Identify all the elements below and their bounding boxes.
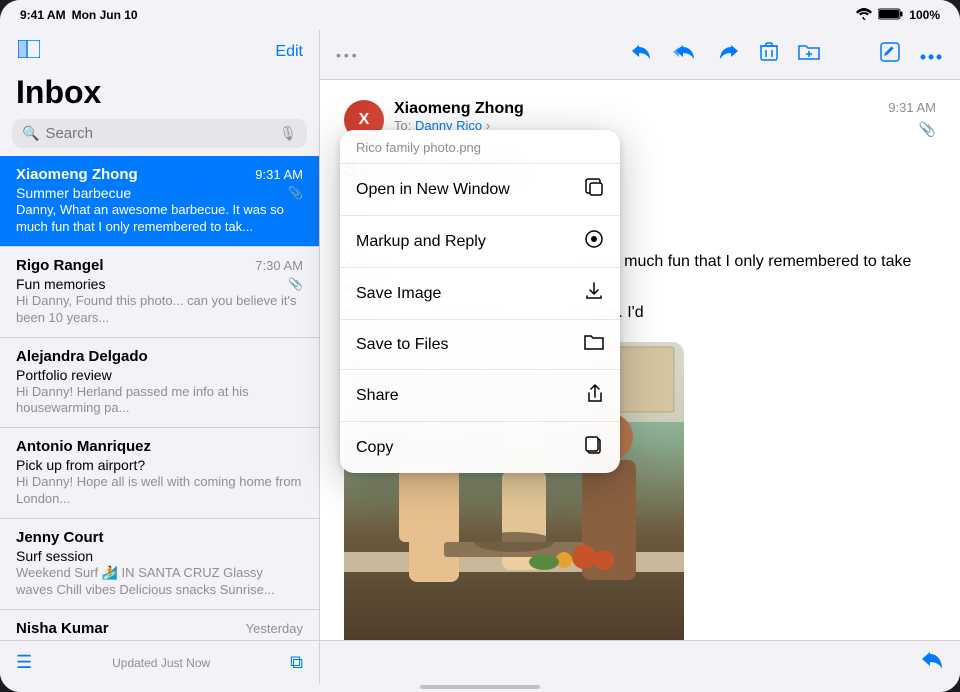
battery-icon [878, 8, 903, 23]
filter-icon[interactable]: ☰ [16, 652, 32, 673]
email-sender-2: Alejandra Delgado [16, 348, 148, 365]
email-subject-4: Surf session [16, 548, 303, 564]
sidebar-icons-left [16, 38, 42, 66]
status-left: 9:41 AM Mon Jun 10 [20, 8, 138, 22]
email-item-2[interactable]: Alejandra Delgado Portfolio review Hi Da… [0, 338, 319, 429]
sidebar-header: Edit [0, 30, 319, 70]
email-sender-5: Nisha Kumar [16, 620, 109, 637]
save-to-files-icon [584, 333, 604, 356]
share-icon [586, 383, 604, 408]
email-preview-1: Hi Danny, Found this photo... can you be… [16, 293, 303, 327]
email-time-0: 9:31 AM [255, 167, 303, 182]
battery-percent: 100% [909, 8, 940, 22]
context-markup-reply-label: Markup and Reply [356, 233, 486, 251]
email-item-5[interactable]: Nisha Kumar Yesterday Sunday brunch Hey … [0, 610, 319, 640]
main-area: Edit Inbox 🔍 🎙 Xiaomeng Zhong 9:31 AM Su… [0, 30, 960, 684]
context-save-to-files-label: Save to Files [356, 336, 448, 354]
attachment-icon-1: 📎 [288, 277, 303, 291]
context-save-image-label: Save Image [356, 285, 441, 303]
email-sender-0: Xiaomeng Zhong [16, 166, 138, 183]
search-input[interactable] [45, 125, 273, 142]
email-time-1: 7:30 AM [255, 258, 303, 273]
sidebar-bottom: ☰ Updated Just Now ⧉ [0, 640, 319, 684]
email-preview-2: Hi Danny! Herland passed me info at his … [16, 384, 303, 418]
email-sender-3: Antonio Manriquez [16, 438, 151, 455]
email-subject-2: Portfolio review [16, 367, 303, 383]
search-bar[interactable]: 🔍 🎙 [12, 119, 307, 148]
context-copy-label: Copy [356, 439, 393, 457]
inbox-title: Inbox [0, 70, 319, 119]
email-preview-0: Danny, What an awesome barbecue. It was … [16, 202, 303, 236]
email-sender-4: Jenny Court [16, 529, 104, 546]
search-icon: 🔍 [22, 125, 39, 142]
context-open-new-window-label: Open in New Window [356, 181, 510, 199]
context-menu-overlay: Rico family photo.png Open in New Window… [320, 30, 960, 684]
context-menu: Rico family photo.png Open in New Window… [340, 130, 620, 473]
wifi-icon [856, 8, 872, 23]
email-item-3[interactable]: Antonio Manriquez Pick up from airport? … [0, 428, 319, 519]
context-menu-share[interactable]: Share [340, 370, 620, 422]
updated-text: Updated Just Now [112, 656, 210, 670]
save-image-icon [584, 281, 604, 306]
email-item-0[interactable]: Xiaomeng Zhong 9:31 AM Summer barbecue 📎… [0, 156, 319, 247]
email-subject-1: Fun memories [16, 276, 105, 292]
email-subject-3: Pick up from airport? [16, 457, 303, 473]
mic-icon[interactable]: 🎙 [279, 125, 297, 142]
context-menu-copy[interactable]: Copy [340, 422, 620, 473]
ipad-frame: 9:41 AM Mon Jun 10 100% Edit [0, 0, 960, 692]
attachment-icon-0: 📎 [288, 186, 303, 200]
status-day: Mon Jun 10 [72, 8, 138, 22]
edit-button[interactable]: Edit [275, 43, 303, 61]
stacked-windows-icon[interactable]: ⧉ [290, 652, 303, 673]
email-item-1[interactable]: Rigo Rangel 7:30 AM Fun memories 📎 Hi Da… [0, 247, 319, 338]
email-preview-4: Weekend Surf 🏄 IN SANTA CRUZ Glassy wave… [16, 565, 303, 599]
email-viewer: ••• [320, 30, 960, 684]
email-list: Xiaomeng Zhong 9:31 AM Summer barbecue 📎… [0, 156, 319, 640]
context-menu-filename: Rico family photo.png [340, 130, 620, 164]
sidebar-toggle-button[interactable] [16, 38, 42, 66]
context-menu-markup-reply[interactable]: Markup and Reply [340, 216, 620, 268]
open-new-window-icon [584, 177, 604, 202]
context-menu-save-image[interactable]: Save Image [340, 268, 620, 320]
context-menu-save-to-files[interactable]: Save to Files [340, 320, 620, 370]
home-bar [420, 685, 540, 689]
markup-reply-icon [584, 229, 604, 254]
context-menu-open-new-window[interactable]: Open in New Window [340, 164, 620, 216]
copy-icon [584, 435, 604, 460]
status-bar: 9:41 AM Mon Jun 10 100% [0, 0, 960, 30]
context-share-label: Share [356, 387, 399, 405]
email-sender-1: Rigo Rangel [16, 257, 104, 274]
email-preview-3: Hi Danny! Hope all is well with coming h… [16, 474, 303, 508]
email-item-4[interactable]: Jenny Court Surf session Weekend Surf 🏄 … [0, 519, 319, 610]
sidebar: Edit Inbox 🔍 🎙 Xiaomeng Zhong 9:31 AM Su… [0, 30, 320, 684]
email-subject-0: Summer barbecue [16, 185, 131, 201]
email-time-5: Yesterday [246, 621, 303, 636]
status-right: 100% [856, 8, 940, 23]
status-time: 9:41 AM [20, 8, 66, 22]
home-indicator [0, 684, 960, 692]
